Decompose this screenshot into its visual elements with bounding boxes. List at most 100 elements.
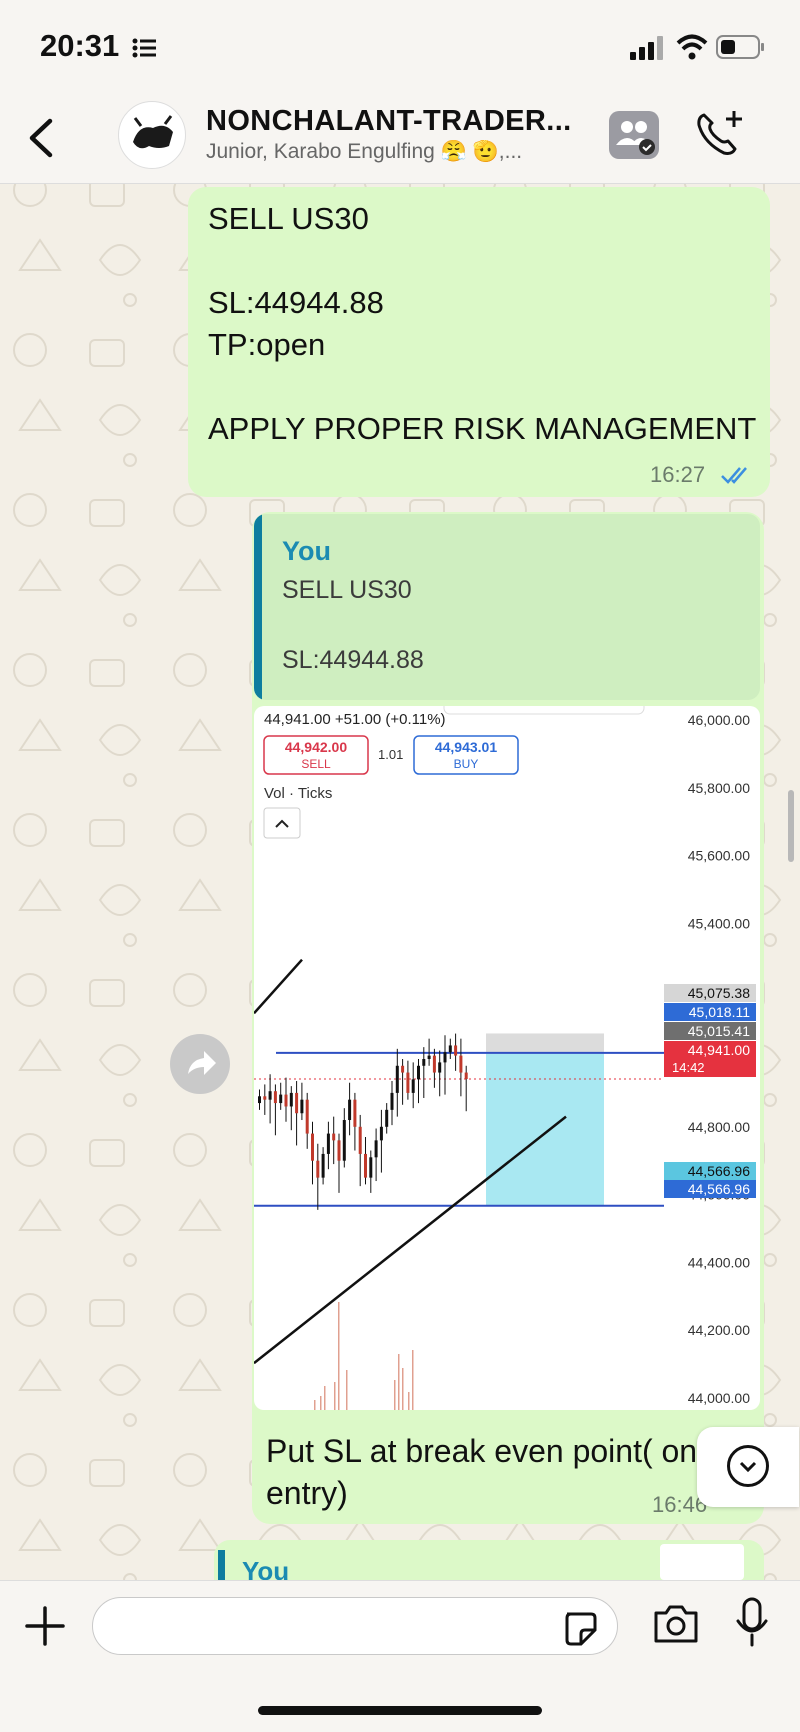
price-axis-value: 44,566.96 <box>688 1163 750 1179</box>
stop-loss-zone <box>486 1033 604 1054</box>
candle-body <box>311 1133 314 1161</box>
message-text-line: TP:open <box>208 327 326 362</box>
candle-body <box>263 1096 267 1100</box>
candle-body <box>374 1140 378 1158</box>
status-time: 20:31 <box>40 28 120 63</box>
home-indicator <box>258 1706 542 1715</box>
y-tick-label: 45,800.00 <box>688 780 750 796</box>
trend-line <box>254 1115 567 1365</box>
add-call-icon[interactable] <box>690 107 746 163</box>
volume-bar <box>338 1302 340 1410</box>
volume-bar <box>408 1392 410 1410</box>
message-text-line: SL:44944.88 <box>208 285 384 320</box>
forward-button[interactable] <box>170 1034 230 1094</box>
candle-body <box>326 1133 330 1154</box>
candle-body <box>454 1045 458 1056</box>
message-text-line: APPLY PROPER RISK MANAGEMENT <box>208 411 757 446</box>
trend-line <box>254 958 303 1015</box>
bull-logo-icon <box>122 105 182 165</box>
volume-bar <box>398 1354 400 1410</box>
candle-body <box>369 1157 373 1178</box>
back-chevron-icon[interactable] <box>22 113 62 163</box>
quoted-message[interactable]: You SELL US30 SL:44944.88 <box>254 514 760 700</box>
message-bubble[interactable]: You <box>214 1540 764 1580</box>
cellular-signal-icon <box>630 36 663 60</box>
buy-price: 44,943.01 <box>435 739 497 755</box>
chevron-down-circle-icon <box>727 1445 769 1487</box>
quote-author: You <box>282 536 331 566</box>
people-icon <box>616 121 655 155</box>
plus-icon[interactable] <box>24 1605 66 1647</box>
group-title[interactable]: NONCHALANT-TRADER... <box>206 105 586 138</box>
candle-body <box>438 1062 442 1073</box>
battery-icon <box>716 35 764 59</box>
candle-body <box>379 1126 383 1141</box>
candle-body <box>289 1092 293 1107</box>
price-axis-countdown: 14:42 <box>672 1060 705 1075</box>
status-bar: 20:31 <box>0 0 800 95</box>
microphone-icon[interactable] <box>732 1595 772 1651</box>
candle-body <box>459 1055 463 1073</box>
sell-button[interactable]: 44,942.00 SELL <box>263 735 369 775</box>
group-avatar[interactable] <box>118 101 186 169</box>
volume-bar <box>314 1400 316 1410</box>
message-input[interactable] <box>92 1597 618 1655</box>
candle-body <box>417 1065 420 1080</box>
candle-body <box>422 1059 426 1066</box>
candle-body <box>464 1072 468 1080</box>
volume-bar <box>324 1386 326 1410</box>
candle-body <box>279 1094 283 1104</box>
candle-body <box>427 1055 431 1059</box>
y-tick-label: 44,200.00 <box>688 1322 750 1338</box>
message-bubble[interactable]: You SELL US30 SL:44944.88 44,941.00 +51.… <box>252 512 764 1524</box>
forward-arrow-icon <box>188 1051 216 1075</box>
group-call-button[interactable] <box>609 111 659 159</box>
candle-body <box>443 1052 447 1063</box>
group-members[interactable]: Junior, Karabo Engulfing 😤 🫡,... <box>206 140 586 164</box>
candle-body <box>432 1055 436 1073</box>
take-profit-zone <box>486 1053 604 1206</box>
chat-header: NONCHALANT-TRADER... Junior, Karabo Engu… <box>0 95 800 184</box>
volume-bar <box>346 1370 348 1410</box>
quote-text-line: SELL US30 <box>282 576 412 604</box>
camera-icon[interactable] <box>652 1601 700 1645</box>
message-bubble[interactable]: SELL US30 SL:44944.88 TP:open APPLY PROP… <box>188 187 770 497</box>
message-time: 16:27 <box>650 462 706 487</box>
price-axis-value: 45,015.41 <box>688 1023 750 1039</box>
candle-body <box>358 1126 362 1154</box>
price-axis-value: 45,075.38 <box>688 985 750 1001</box>
candle-body <box>411 1079 415 1093</box>
sticker-icon[interactable] <box>561 1610 597 1646</box>
y-tick-label: 44,400.00 <box>688 1254 750 1270</box>
price-axis-value: 44,941.00 <box>688 1042 750 1058</box>
y-tick-label: 45,600.00 <box>688 848 750 864</box>
volume-bar <box>320 1396 322 1410</box>
list-icon <box>132 38 156 58</box>
candle-body <box>268 1091 272 1100</box>
buy-button[interactable]: 44,943.01 BUY <box>413 735 519 775</box>
quote-bar <box>254 514 262 700</box>
y-tick-label: 44,800.00 <box>688 1119 750 1135</box>
candle-body <box>321 1153 325 1178</box>
read-receipt-icon <box>721 467 747 484</box>
price-axis-value: 45,018.11 <box>689 1004 750 1020</box>
candle-body <box>332 1133 336 1141</box>
scroll-to-bottom-button[interactable] <box>697 1427 799 1507</box>
volume-bar <box>402 1368 404 1410</box>
volume-bar <box>394 1380 396 1410</box>
candle-body <box>316 1160 320 1178</box>
chart-image[interactable]: 44,941.00 +51.00 (+0.11%) 44,942.00 SELL… <box>254 706 760 1410</box>
candle-body <box>348 1099 352 1121</box>
trading-chart: 44,941.00 +51.00 (+0.11%) 44,942.00 SELL… <box>254 706 756 1410</box>
collapse-button[interactable] <box>263 807 301 839</box>
symbol-header: 44,941.00 +51.00 (+0.11%) <box>264 711 446 728</box>
quote-text-line: SL:44944.88 <box>282 646 424 674</box>
y-tick-label: 45,400.00 <box>688 915 750 931</box>
lot-size: 1.01 <box>378 747 403 762</box>
scrollbar-thumb[interactable] <box>788 790 794 862</box>
candle-body <box>401 1065 405 1073</box>
candle-body <box>448 1045 452 1053</box>
candle-body <box>353 1099 357 1127</box>
candle-body <box>406 1072 410 1093</box>
volume-bar <box>412 1350 414 1410</box>
